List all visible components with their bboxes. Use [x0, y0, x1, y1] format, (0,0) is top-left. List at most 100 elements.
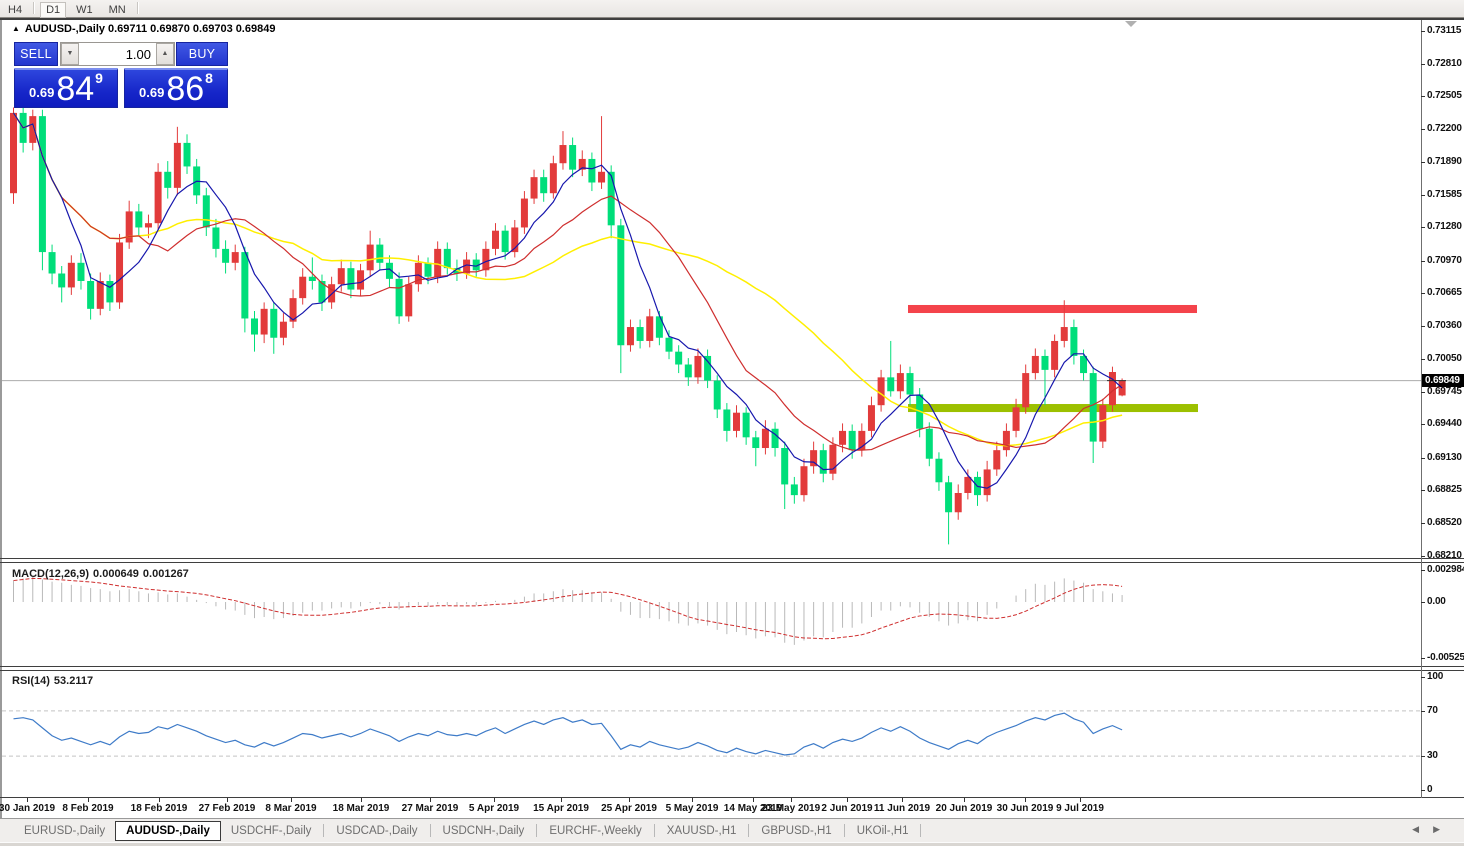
tab-usdcnh-daily[interactable]: USDCNH-,Daily	[433, 822, 535, 840]
sell-price-display[interactable]: 0.69 84 9	[14, 68, 118, 108]
volume-increase-button[interactable]: ▲	[156, 43, 174, 65]
tab-separator	[920, 824, 922, 837]
tab-ukoil-h1[interactable]: UKOil-,H1	[847, 822, 919, 840]
date-axis-tick	[291, 798, 292, 802]
rsi-axis-label: 30	[1427, 750, 1438, 762]
price-axis-label: 0.70665	[1427, 287, 1462, 299]
macd-signal-line	[13, 577, 1123, 640]
tab-separator	[653, 824, 655, 837]
rsi-label: RSI(14) 53.2117	[12, 675, 94, 687]
tab-separator	[323, 824, 325, 837]
price-axis-tick	[1421, 556, 1425, 558]
price-axis-border	[1421, 20, 1422, 798]
tab-separator	[748, 824, 750, 837]
chart-tab-bar: EURUSD-,Daily AUDUSD-,Daily USDCHF-,Daily U…	[0, 818, 1464, 842]
toolbar-separator	[33, 2, 36, 14]
tab-scroll-right-icon[interactable]: ▶	[1433, 824, 1454, 834]
tab-usdchf-daily[interactable]: USDCHF-,Daily	[221, 822, 322, 840]
rsi-axis-tick	[1421, 677, 1425, 678]
chart-symbol-label: AUDUSD-,Daily	[24, 23, 105, 35]
date-axis-label: 27 Mar 2019	[401, 803, 459, 814]
price-axis-tick	[1421, 490, 1425, 492]
date-axis-label: 27 Feb 2019	[198, 803, 256, 814]
date-axis-label: 30 Jun 2019	[996, 803, 1054, 814]
tab-audusd-daily[interactable]: AUDUSD-,Daily	[115, 820, 221, 841]
pane-divider	[0, 558, 1464, 559]
chart-shift-marker-icon[interactable]	[1125, 21, 1137, 27]
tab-gbpusd-h1[interactable]: GBPUSD-,H1	[751, 822, 841, 840]
price-axis-label: 0.71585	[1427, 188, 1462, 200]
macd-pane-canvas[interactable]	[2, 563, 1421, 666]
volume-decrease-button[interactable]: ▼	[61, 43, 79, 65]
tab-usdcad-daily[interactable]: USDCAD-,Daily	[326, 822, 427, 840]
one-click-panel-toggle-icon[interactable]: ▲	[12, 24, 20, 33]
date-axis-label: 8 Mar 2019	[265, 803, 317, 814]
date-axis-label: 20 Jun 2019	[935, 803, 993, 814]
price-axis-label: 0.69745	[1427, 385, 1462, 397]
macd-axis-label: -0.005256	[1427, 652, 1464, 664]
tab-separator	[429, 824, 431, 837]
price-axis-label: 0.70050	[1427, 353, 1462, 365]
timeframe-button-d1[interactable]: D1	[40, 2, 67, 18]
date-axis-tick	[791, 798, 792, 802]
price-axis-label: 0.68520	[1427, 516, 1462, 528]
price-axis-tick	[1421, 128, 1425, 130]
price-axis-tick	[1421, 31, 1425, 32]
buy-price-display[interactable]: 0.69 86 8	[124, 68, 228, 108]
date-axis-label: 8 Feb 2019	[62, 803, 114, 814]
timeframe-button-w1[interactable]: W1	[70, 2, 99, 18]
pane-divider	[0, 562, 1464, 563]
timeframe-button-mn[interactable]: MN	[103, 2, 132, 18]
sell-price-prefix: 0.69	[29, 85, 55, 100]
support-line[interactable]	[908, 404, 1198, 413]
price-axis-label: 0.68210	[1427, 550, 1462, 562]
date-axis-label: 18 Feb 2019	[130, 803, 188, 814]
price-axis-tick	[1421, 194, 1425, 196]
price-axis-label: 0.71890	[1427, 156, 1462, 168]
macd-value-main: 0.000649	[93, 568, 139, 580]
price-axis-tick	[1421, 325, 1425, 327]
price-axis-tick	[1421, 457, 1425, 459]
one-click-trading-panel: SELL ▼ ▲ BUY 0.69 84 9 0.69 86 8	[14, 42, 228, 108]
date-axis-label: 25 Apr 2019	[601, 803, 657, 814]
price-axis-tick	[1421, 424, 1425, 426]
timeframe-toolbar: H4 D1 W1 MN	[0, 0, 1464, 18]
date-axis-tick	[753, 798, 754, 802]
date-axis-tick	[902, 798, 903, 802]
date-axis-label: 15 Apr 2019	[533, 803, 589, 814]
tab-eurusd-daily[interactable]: EURUSD-,Daily	[14, 822, 115, 840]
date-axis-tick	[1025, 798, 1026, 802]
pane-divider	[0, 797, 1464, 798]
ohlc-close: 0.69849	[235, 23, 276, 35]
sell-price-pip: 9	[95, 70, 103, 86]
tab-scroll-left-icon[interactable]: ◀	[1412, 824, 1433, 834]
sell-button[interactable]: SELL	[14, 42, 58, 66]
date-axis-label: 5 Apr 2019	[468, 803, 520, 814]
date-axis-tick	[692, 798, 693, 802]
date-axis-label: 5 May 2019	[665, 803, 719, 814]
ohlc-high: 0.69870	[150, 23, 190, 35]
pane-divider	[0, 670, 1464, 671]
rsi-axis-tick	[1421, 710, 1425, 712]
date-axis-label: 2 Jun 2019	[821, 803, 873, 814]
price-axis-tick	[1421, 162, 1425, 164]
date-axis-tick	[430, 798, 431, 802]
toolbar-separator	[136, 2, 139, 14]
date-axis-tick	[561, 798, 562, 802]
rsi-axis-tick	[1421, 790, 1425, 791]
timeframe-button-h4[interactable]: H4	[2, 2, 28, 18]
rsi-line	[13, 712, 1123, 756]
volume-input[interactable]	[79, 43, 156, 65]
tab-eurchf-weekly[interactable]: EURCHF-,Weekly	[539, 822, 651, 840]
price-axis-label: 0.72810	[1427, 57, 1462, 69]
rsi-pane-canvas[interactable]	[2, 671, 1421, 797]
macd-axis-tick	[1421, 602, 1425, 603]
resistance-line[interactable]	[908, 304, 1197, 314]
tab-xauusd-h1[interactable]: XAUUSD-,H1	[657, 822, 747, 840]
buy-button[interactable]: BUY	[176, 42, 228, 66]
date-axis-tick	[964, 798, 965, 802]
price-axis-label: 0.73115	[1427, 25, 1462, 36]
ohlc-low: 0.69703	[192, 23, 233, 35]
price-axis-tick	[1421, 391, 1425, 393]
price-axis-label: 0.69440	[1427, 418, 1462, 430]
